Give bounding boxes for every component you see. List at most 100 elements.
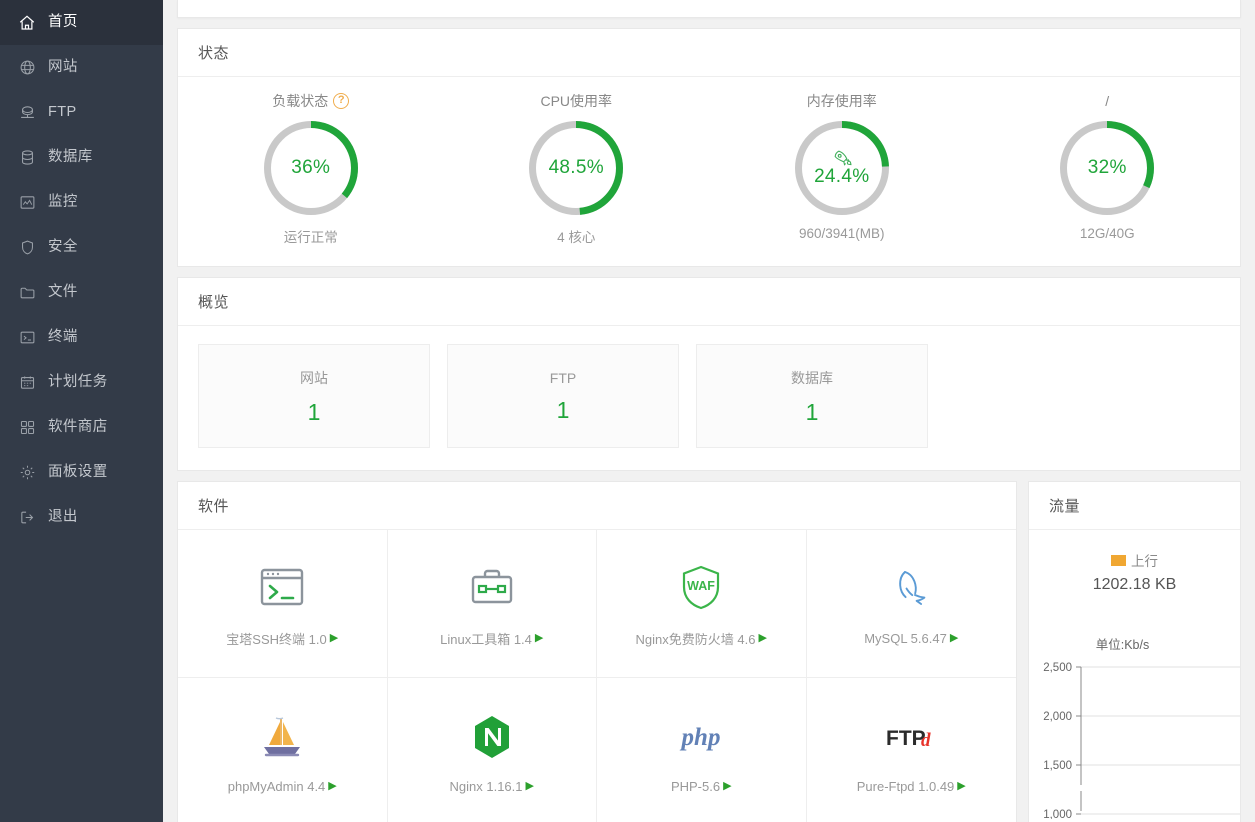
gauge-value-wrap: 32% <box>1058 119 1156 217</box>
terminal-icon <box>17 328 37 348</box>
software-item-label: 宝塔SSH终端 1.0 <box>226 629 326 648</box>
sidebar-item-label: 文件 <box>48 285 78 300</box>
status-panel-title: 状态 <box>198 42 229 63</box>
svg-text:2,000: 2,000 <box>1043 711 1072 723</box>
overview-panel-title: 概览 <box>198 291 229 312</box>
sidebar-item-label: 面板设置 <box>48 465 108 480</box>
play-icon[interactable]: ▶ <box>535 633 543 644</box>
overview-card-count: 1 <box>557 399 570 422</box>
gauge-footer: 4 核心 <box>557 226 595 246</box>
software-item-label-wrap: phpMyAdmin 4.4 ▶ <box>228 779 337 794</box>
sidebar-item-label: 退出 <box>48 510 78 525</box>
sidebar-item-label: 终端 <box>48 330 78 345</box>
software-item-5[interactable]: phpMyAdmin 4.4 ▶ <box>178 678 388 822</box>
help-icon[interactable]: ? <box>333 93 349 109</box>
sidebar-item-12[interactable]: 退出 <box>0 495 163 540</box>
software-item-2[interactable]: Linux工具箱 1.4 ▶ <box>388 530 598 678</box>
overview-card-1[interactable]: 网站 1 <box>198 344 430 448</box>
software-item-label-wrap: Linux工具箱 1.4 ▶ <box>440 629 543 648</box>
software-item-3[interactable]: WAF Nginx免费防火墙 4.6 ▶ <box>597 530 807 678</box>
grid-icon <box>17 418 37 438</box>
sidebar-item-label: 计划任务 <box>48 375 108 390</box>
play-icon[interactable]: ▶ <box>957 781 965 792</box>
gauge-donut: 32% <box>1058 119 1156 217</box>
software-panel: 软件 宝塔SSH终端 1.0 ▶ Linux工具箱 1.4 ▶ WAF Ngin… <box>177 481 1017 822</box>
gauge-caption-text: CPU使用率 <box>540 91 612 111</box>
sidebar-item-3[interactable]: FTP <box>0 90 163 135</box>
ftpd-logo-icon: FTPd <box>880 709 942 765</box>
globe-icon <box>17 58 37 78</box>
overview-panel: 概览 网站 1FTP 1数据库 1 <box>177 277 1241 471</box>
software-item-7[interactable]: php PHP-5.6 ▶ <box>597 678 807 822</box>
software-item-6[interactable]: Nginx 1.16.1 ▶ <box>388 678 598 822</box>
sidebar-item-2[interactable]: 网站 <box>0 45 163 90</box>
sidebar-item-8[interactable]: 终端 <box>0 315 163 360</box>
phpmyadmin-sailboat-icon <box>256 709 308 765</box>
software-item-label: Nginx 1.16.1 <box>450 779 523 794</box>
play-icon[interactable]: ▶ <box>328 781 336 792</box>
overview-panel-header: 概览 <box>178 278 1240 326</box>
sidebar-item-4[interactable]: 数据库 <box>0 135 163 180</box>
traffic-panel-title: 流量 <box>1049 495 1080 516</box>
software-item-label-wrap: Pure-Ftpd 1.0.49 ▶ <box>857 779 966 794</box>
top-partial-panel <box>177 0 1241 18</box>
software-item-label-wrap: Nginx 1.16.1 ▶ <box>450 779 534 794</box>
software-item-1[interactable]: 宝塔SSH终端 1.0 ▶ <box>178 530 388 678</box>
traffic-panel-header: 流量 <box>1029 482 1240 530</box>
app-root: 首页网站 FTP 数据库监控安全文件终端计划任务软件商店面板设置退出 状态 负载状态… <box>0 0 1255 822</box>
software-item-label-wrap: Nginx免费防火墙 4.6 ▶ <box>636 629 767 648</box>
sidebar-item-label: FTP <box>48 105 77 120</box>
gauge-value-wrap: 48.5% <box>527 119 625 217</box>
gauge-footer: 12G/40G <box>1080 226 1135 241</box>
svg-text:WAF: WAF <box>687 579 715 593</box>
content-wrapper: 状态 负载状态 ? 36% 运行正常 CPU使用率 <box>163 28 1255 471</box>
gauge-value: 36% <box>291 157 330 179</box>
play-icon[interactable]: ▶ <box>950 633 958 644</box>
sidebar-item-7[interactable]: 文件 <box>0 270 163 315</box>
calendar-icon <box>17 373 37 393</box>
software-item-label: PHP-5.6 <box>671 779 720 794</box>
play-icon[interactable]: ▶ <box>526 781 534 792</box>
home-icon <box>17 13 37 33</box>
sidebar-item-10[interactable]: 软件商店 <box>0 405 163 450</box>
sidebar-item-6[interactable]: 安全 <box>0 225 163 270</box>
overview-card-2[interactable]: FTP 1 <box>447 344 679 448</box>
sidebar-item-11[interactable]: 面板设置 <box>0 450 163 495</box>
main-content: 状态 负载状态 ? 36% 运行正常 CPU使用率 <box>163 0 1255 822</box>
overview-card-3[interactable]: 数据库 1 <box>696 344 928 448</box>
sidebar-item-label: 监控 <box>48 195 78 210</box>
logout-icon <box>17 508 37 528</box>
play-icon[interactable]: ▶ <box>758 633 766 644</box>
software-item-8[interactable]: FTPd Pure-Ftpd 1.0.49 ▶ <box>807 678 1017 822</box>
gauge-footer: 运行正常 <box>284 226 338 246</box>
gauge-footer: 960/3941(MB) <box>799 226 885 241</box>
shield-icon <box>17 238 37 258</box>
svg-text:2,500: 2,500 <box>1043 662 1072 674</box>
play-icon[interactable]: ▶ <box>723 781 731 792</box>
status-gauge-2: CPU使用率 48.5% 4 核心 <box>444 91 710 246</box>
gauge-value: 48.5% <box>549 157 604 179</box>
traffic-body: 上行 1202.18 KB 单位:Kb/s 2,5002,0001,5001,0… <box>1029 530 1240 819</box>
traffic-unit-label: 单位:Kb/s <box>1029 634 1240 653</box>
gauge-donut: 36% <box>262 119 360 217</box>
software-item-label-wrap: MySQL 5.6.47 ▶ <box>864 631 958 646</box>
software-item-4[interactable]: MySQL 5.6.47 ▶ <box>807 530 1017 678</box>
play-icon[interactable]: ▶ <box>330 633 338 644</box>
sidebar-item-5[interactable]: 监控 <box>0 180 163 225</box>
traffic-legend-label: 上行 <box>1131 550 1158 570</box>
traffic-legend[interactable]: 上行 <box>1029 550 1240 570</box>
gauge-caption: 负载状态 ? <box>272 91 349 111</box>
ssh-terminal-icon <box>256 559 308 615</box>
status-gauge-4: / 32% 12G/40G <box>975 91 1241 246</box>
traffic-panel: 流量 上行 1202.18 KB 单位:Kb/s 2,5002,0001,500… <box>1028 481 1241 822</box>
gauge-caption-text: / <box>1105 93 1109 109</box>
database-icon <box>17 148 37 168</box>
gauge-donut: 48.5% <box>527 119 625 217</box>
status-panel-header: 状态 <box>178 29 1240 77</box>
sidebar-item-label: 数据库 <box>48 150 93 165</box>
sidebar: 首页网站 FTP 数据库监控安全文件终端计划任务软件商店面板设置退出 <box>0 0 163 822</box>
gauge-caption-text: 内存使用率 <box>807 91 877 111</box>
sidebar-item-9[interactable]: 计划任务 <box>0 360 163 405</box>
sidebar-item-1[interactable]: 首页 <box>0 0 163 45</box>
overview-card-row: 网站 1FTP 1数据库 1 <box>178 326 1240 470</box>
